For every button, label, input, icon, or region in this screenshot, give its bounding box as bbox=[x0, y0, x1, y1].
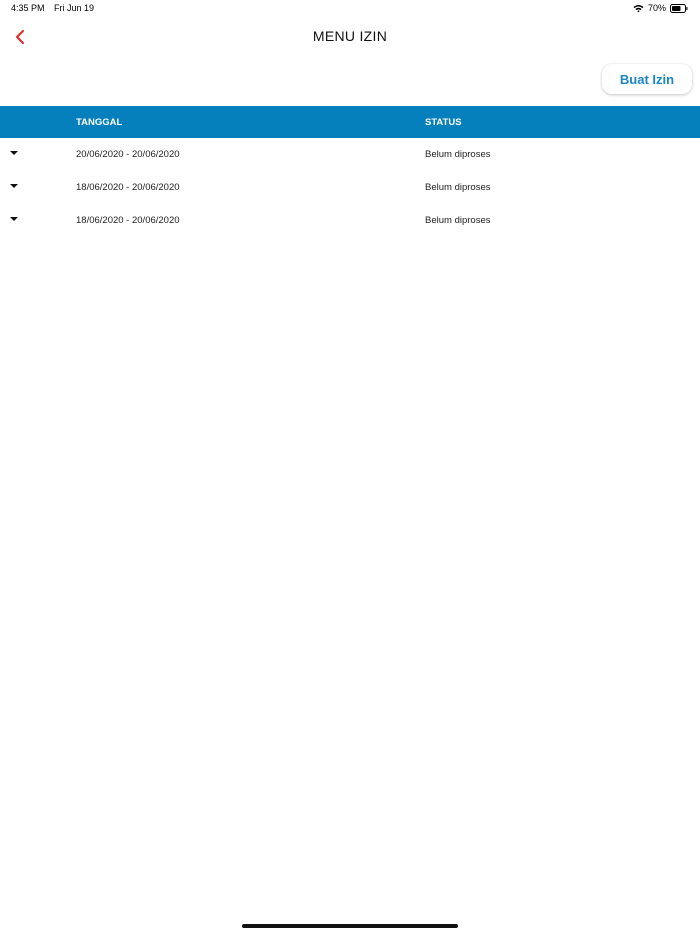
table-header: TANGGAL STATUS bbox=[0, 106, 700, 138]
table-row[interactable]: 18/06/2020 - 20/06/2020 Belum diproses bbox=[0, 204, 700, 236]
navigation-bar: MENU IZIN bbox=[0, 20, 700, 54]
page-title: MENU IZIN bbox=[312, 28, 388, 44]
status-left: 4:35 PM Fri Jun 19 bbox=[11, 3, 94, 13]
column-header-status: STATUS bbox=[425, 117, 462, 128]
wifi-icon bbox=[633, 4, 644, 13]
battery-icon bbox=[670, 3, 688, 13]
table-row[interactable]: 20/06/2020 - 20/06/2020 Belum diproses bbox=[0, 138, 700, 170]
table-row[interactable]: 18/06/2020 - 20/06/2020 Belum diproses bbox=[0, 171, 700, 203]
row-status: Belum diproses bbox=[425, 149, 491, 160]
expand-caret-icon[interactable] bbox=[10, 217, 18, 221]
status-bar: 4:35 PM Fri Jun 19 70% bbox=[0, 0, 700, 18]
row-status: Belum diproses bbox=[425, 215, 491, 226]
column-header-date: TANGGAL bbox=[76, 117, 123, 128]
row-status: Belum diproses bbox=[425, 182, 491, 193]
create-permit-button[interactable]: Buat Izin bbox=[602, 64, 692, 94]
home-indicator[interactable] bbox=[242, 924, 458, 928]
expand-caret-icon[interactable] bbox=[10, 151, 18, 155]
row-date: 20/06/2020 - 20/06/2020 bbox=[76, 149, 180, 160]
row-date: 18/06/2020 - 20/06/2020 bbox=[76, 182, 180, 193]
status-time: 4:35 PM bbox=[11, 3, 45, 13]
expand-caret-icon[interactable] bbox=[10, 184, 18, 188]
status-right: 70% bbox=[633, 3, 688, 13]
battery-percent: 70% bbox=[647, 3, 666, 13]
row-date: 18/06/2020 - 20/06/2020 bbox=[76, 215, 180, 226]
status-date: Fri Jun 19 bbox=[54, 3, 95, 13]
